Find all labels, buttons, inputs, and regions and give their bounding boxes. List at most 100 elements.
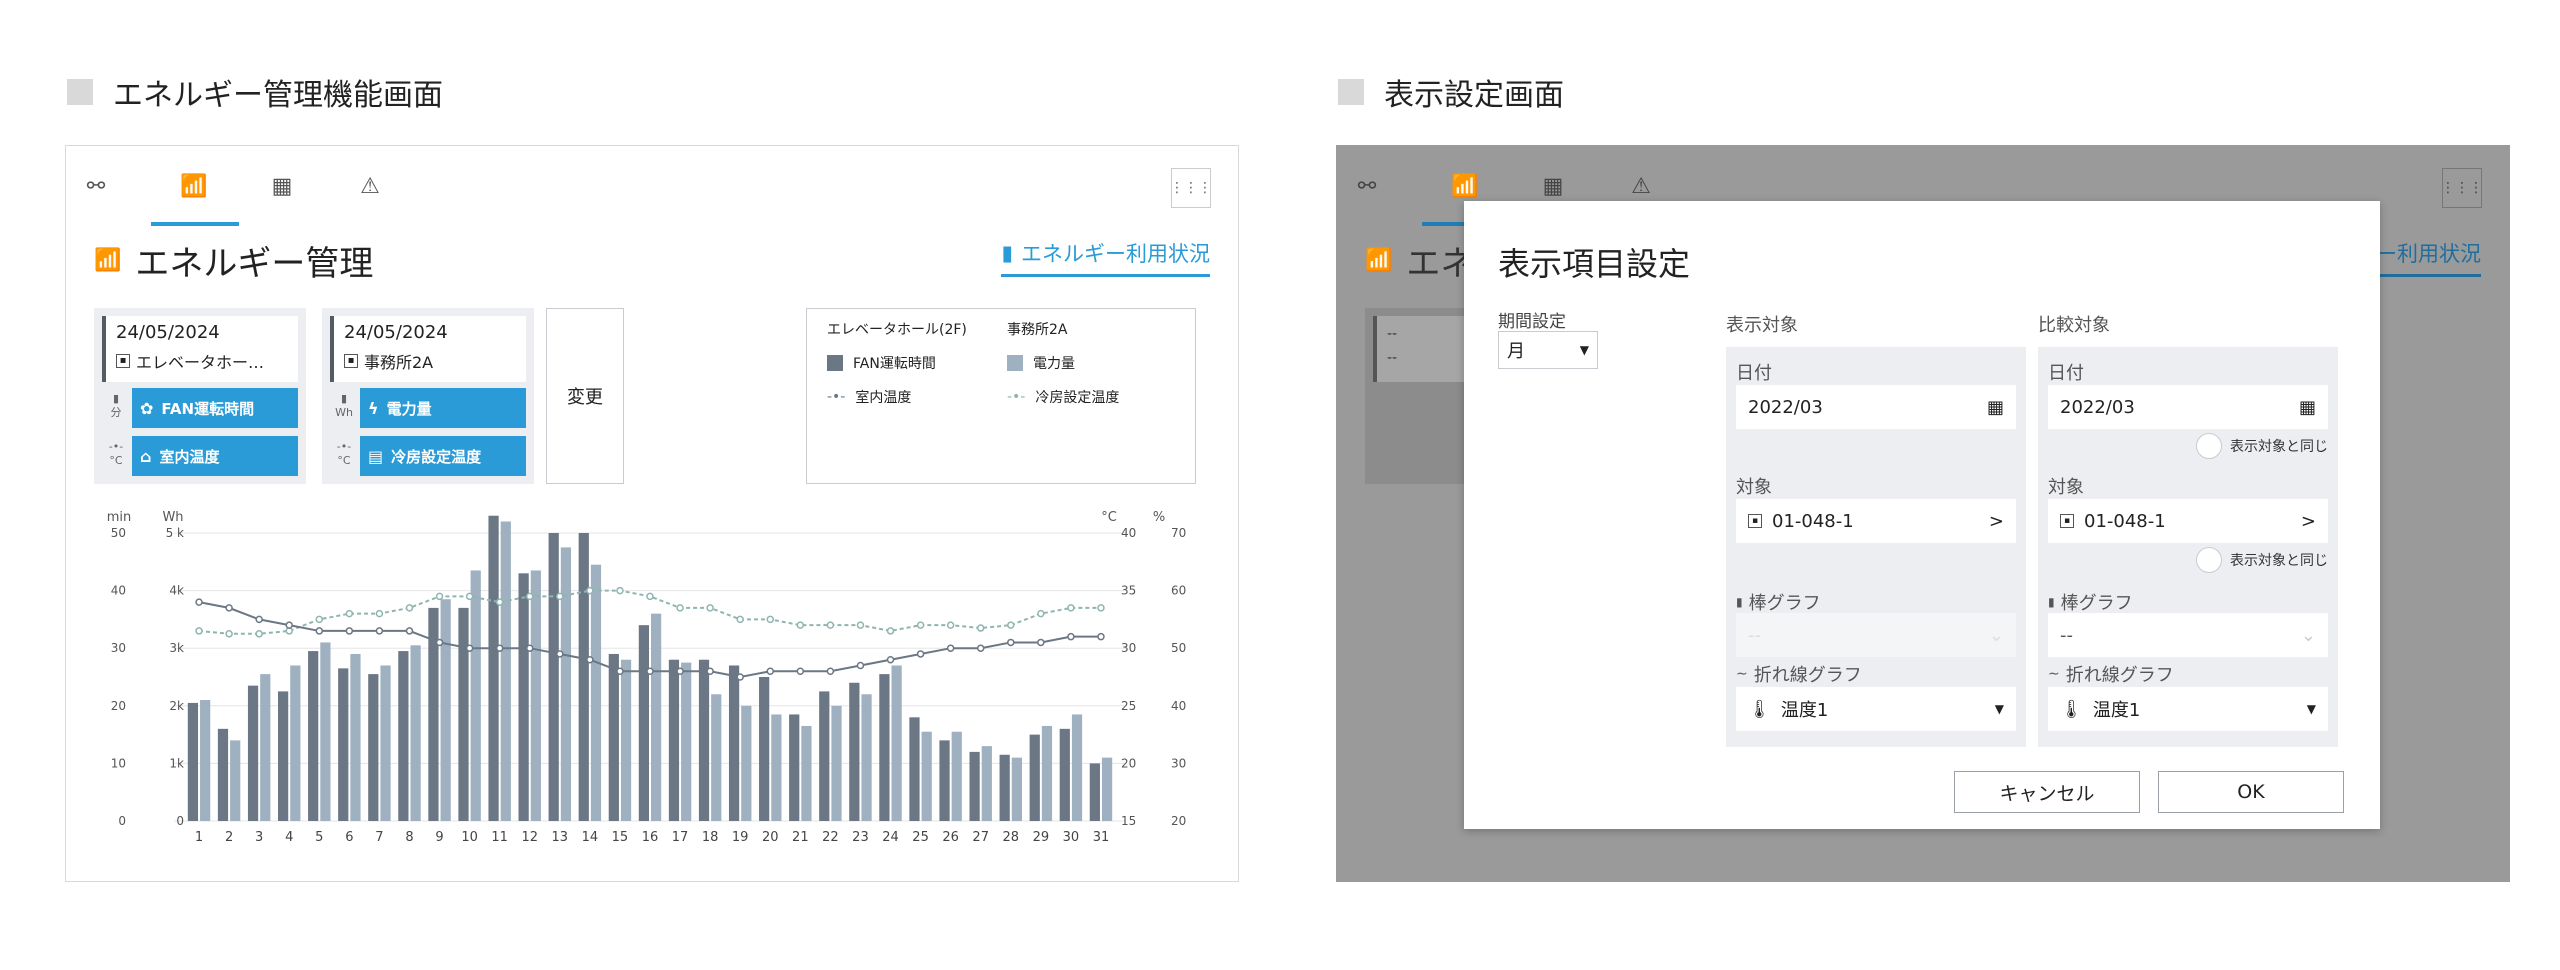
tick-left1: 50 xyxy=(111,526,126,540)
aircon-icon: ▤ xyxy=(368,446,384,466)
bar-power xyxy=(590,564,602,821)
card-date: 24/05/2024 xyxy=(344,322,448,343)
x-tick-label: 24 xyxy=(882,830,899,845)
room-temp-point xyxy=(435,638,444,647)
binoculars-icon[interactable]: ⚯ xyxy=(76,166,116,206)
legend-swatch xyxy=(1007,355,1023,371)
date-label: 日付 xyxy=(2048,363,2084,384)
calendar-icon: ▦ xyxy=(2298,396,2316,418)
cooling-temp-button[interactable]: ▤ 冷房設定温度 xyxy=(360,436,526,476)
x-tick-label: 23 xyxy=(852,830,869,845)
line-chart-icon: ∼ xyxy=(2048,666,2060,682)
bar-graph-select[interactable]: -- ⌄ xyxy=(2048,613,2328,657)
bar-fan-time xyxy=(548,533,559,821)
chart-legend: エレベータホール(2F) 事務所2A FAN運転時間 電力量 -•- 室内温度 -… xyxy=(806,308,1196,484)
object-selector[interactable]: ▪ 01-048-1 > xyxy=(1736,499,2016,543)
binoculars-icon: ⚯ xyxy=(1357,173,1377,199)
legend-item: 電力量 xyxy=(1007,353,1075,373)
thermometer-icon: 🌡 xyxy=(2060,698,2083,720)
energy-usage-link[interactable]: ▮ エネルギー利用状況 xyxy=(1001,238,1210,277)
location-icon: ▪ xyxy=(1748,514,1762,528)
section-title-display: 表示設定画面 xyxy=(1338,70,1564,114)
menu-button[interactable]: ⋮⋮⋮ xyxy=(1170,168,1212,208)
location-icon: ▪ xyxy=(344,354,358,368)
date-input[interactable]: 2022/03 ▦ xyxy=(2048,385,2328,429)
bar-power xyxy=(981,746,992,821)
room-temp-point xyxy=(1067,632,1075,641)
cancel-button[interactable]: キャンセル xyxy=(1954,771,2140,813)
same-as-target-option[interactable]: 表示対象と同じ xyxy=(2196,433,2328,459)
date-label: 日付 xyxy=(1736,363,1772,384)
room-temp-point xyxy=(405,627,414,635)
card-date: 24/05/2024 xyxy=(116,322,220,343)
bar-power xyxy=(681,662,692,821)
unit-label: ▮ 分 xyxy=(102,388,130,430)
change-button[interactable]: 変更 xyxy=(546,308,624,484)
bar-power xyxy=(230,740,241,821)
unit-label: -•- °C xyxy=(330,436,358,478)
room-temp-point xyxy=(285,621,293,629)
bar-graph-select[interactable]: -- ⌄ xyxy=(1736,613,2016,657)
chevron-down-icon: ⌄ xyxy=(2300,624,2316,646)
x-tick-label: 8 xyxy=(405,830,413,845)
target-column-label: 表示対象 xyxy=(1726,315,1798,336)
tick-left2: 3k xyxy=(169,641,184,655)
bar-fan-time xyxy=(939,740,950,821)
object-selector[interactable]: ▪ 01-048-1 > xyxy=(2048,499,2328,543)
power-button[interactable]: ϟ 電力量 xyxy=(360,388,526,428)
caret-down-icon: ▼ xyxy=(1994,702,2004,716)
bar-icon: ▮ xyxy=(340,392,348,405)
card-row: ▮ Wh ϟ 電力量 xyxy=(330,388,526,430)
x-tick-label: 13 xyxy=(552,830,569,845)
object-label: 対象 xyxy=(1736,477,1772,498)
tick-left2: 0 xyxy=(176,814,184,828)
room-temp-button[interactable]: ⌂ 室内温度 xyxy=(132,436,298,476)
x-tick-label: 1 xyxy=(195,830,203,845)
x-tick-label: 28 xyxy=(1003,830,1020,845)
line-graph-select[interactable]: 🌡 温度1 ▼ xyxy=(2048,687,2328,731)
line-icon: -•- xyxy=(108,440,124,453)
home-icon: ⌂ xyxy=(140,446,152,466)
line-graph-select[interactable]: 🌡 温度1 ▼ xyxy=(1736,687,2016,731)
warning-icon[interactable]: ⚠ xyxy=(350,166,390,206)
tick-right2: 60 xyxy=(1171,584,1186,598)
fan-time-button[interactable]: ✿ FAN運転時間 xyxy=(132,388,298,428)
date-input[interactable]: 2022/03 ▦ xyxy=(1736,385,2016,429)
button-label: 電力量 xyxy=(386,399,432,418)
room-temp-point xyxy=(586,655,594,664)
tick-left1: 10 xyxy=(111,756,126,770)
bar-power xyxy=(350,653,361,821)
bar-fan-time xyxy=(338,668,349,821)
x-tick-label: 26 xyxy=(942,830,959,845)
calendar-icon[interactable]: ▦ xyxy=(262,166,302,206)
section-title-text: エネルギー管理機能画面 xyxy=(113,78,443,113)
tick-right2: 70 xyxy=(1171,526,1186,540)
x-tick-label: 18 xyxy=(702,830,719,845)
room-temp-point xyxy=(556,650,564,658)
bar-power xyxy=(771,714,782,821)
radio-button[interactable] xyxy=(2196,433,2222,459)
cooling-temp-point xyxy=(495,598,504,606)
bar-fan-time xyxy=(187,702,199,821)
radio-button[interactable] xyxy=(2196,547,2222,573)
same-as-target-option[interactable]: 表示対象と同じ xyxy=(2196,547,2328,573)
dialog-title: 表示項目設定 xyxy=(1498,245,1691,283)
unit-text: °C xyxy=(109,454,123,467)
ok-button[interactable]: OK xyxy=(2158,771,2344,813)
room-temp-line xyxy=(198,601,1101,679)
cooling-temp-point xyxy=(1067,604,1075,612)
bar-chart-icon: ▮ xyxy=(1001,241,1013,265)
tick-left1: 40 xyxy=(111,584,126,598)
bar-fan-time xyxy=(1089,763,1100,821)
period-select[interactable]: 月 ▼ xyxy=(1498,331,1598,369)
unit-text: °C xyxy=(337,454,351,467)
object-label: 対象 xyxy=(2048,477,2084,498)
chart-icon[interactable]: 📶 xyxy=(174,166,214,206)
x-tick-label: 15 xyxy=(612,830,629,845)
x-tick-label: 14 xyxy=(582,830,599,845)
room-temp-point xyxy=(345,627,354,635)
bar-power xyxy=(320,642,331,821)
x-tick-label: 19 xyxy=(732,830,749,845)
tick-right2: 20 xyxy=(1171,814,1186,828)
date-value: 2022/03 xyxy=(1748,396,1823,418)
